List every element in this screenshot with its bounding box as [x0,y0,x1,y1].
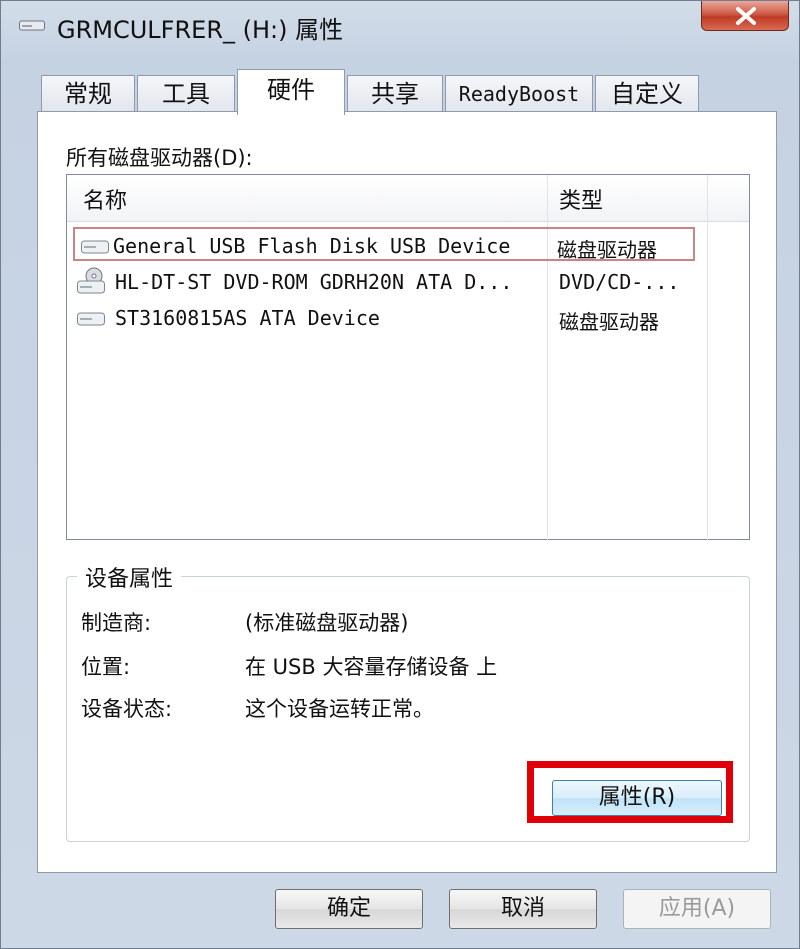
device-name: General USB Flash Disk USB Device [113,234,511,258]
device-type: 磁盘驱动器 [559,310,659,334]
hardware-panel: 所有磁盘驱动器(D): 名称 类型 General USB Flash Disk… [37,111,777,873]
manufacturer-value: (标准磁盘驱动器) [245,611,409,635]
list-header: 名称 类型 [67,175,749,222]
close-button[interactable] [701,1,789,31]
tab-customize[interactable]: 自定义 [595,75,699,113]
properties-dialog: GRMCULFRER_ (H:) 属性 常规 工具 硬件 共享 ReadyBoo… [0,0,800,949]
list-item[interactable]: General USB Flash Disk USB Device 磁盘驱动器 [73,227,695,262]
disk-drive-icon [81,240,109,254]
apply-button[interactable]: 应用(A) [623,889,771,929]
column-header-name[interactable]: 名称 [83,183,127,215]
drive-icon [19,20,45,31]
tab-hardware[interactable]: 硬件 [237,69,345,115]
column-divider[interactable] [707,175,708,541]
tab-tools[interactable]: 工具 [137,75,235,113]
highlight-box: 属性(R) [527,761,733,823]
status-value: 这个设备运转正常。 [245,697,434,721]
tab-general[interactable]: 常规 [41,75,135,113]
device-type: 磁盘驱动器 [557,238,657,262]
close-icon [736,7,756,25]
tab-readyboost[interactable]: ReadyBoost [445,75,593,113]
disk-list-label: 所有磁盘驱动器(D): [66,146,253,170]
disk-drive-list[interactable]: 名称 类型 General USB Flash Disk USB Device … [66,174,750,541]
optical-drive-icon [77,267,105,294]
group-legend: 设备属性 [77,561,182,593]
device-name: ST3160815AS ATA Device [115,306,380,330]
device-type: DVD/CD-... [559,270,680,294]
device-name: HL-DT-ST DVD-ROM GDRH20N ATA D... [115,270,513,294]
cancel-button[interactable]: 取消 [449,889,597,929]
device-properties-button[interactable]: 属性(R) [552,780,722,816]
disk-drive-icon [77,312,105,326]
manufacturer-label: 制造商: [81,611,152,635]
ok-button[interactable]: 确定 [275,889,423,929]
title-bar[interactable]: GRMCULFRER_ (H:) 属性 [1,1,800,49]
status-label: 设备状态: [81,697,173,721]
location-label: 位置: [81,655,131,679]
window-title: GRMCULFRER_ (H:) 属性 [57,16,344,44]
list-item[interactable]: ST3160815AS ATA Device 磁盘驱动器 [71,301,747,335]
device-properties-group: 设备属性 制造商: (标准磁盘驱动器) 位置: 在 USB 大容量存储设备 上 … [66,561,750,842]
list-item[interactable]: HL-DT-ST DVD-ROM GDRH20N ATA D... DVD/CD… [71,265,747,299]
tab-sharing[interactable]: 共享 [347,75,443,113]
column-header-type[interactable]: 类型 [559,183,603,215]
tab-strip: 常规 工具 硬件 共享 ReadyBoost 自定义 [37,69,777,115]
location-value: 在 USB 大容量存储设备 上 [245,655,498,679]
